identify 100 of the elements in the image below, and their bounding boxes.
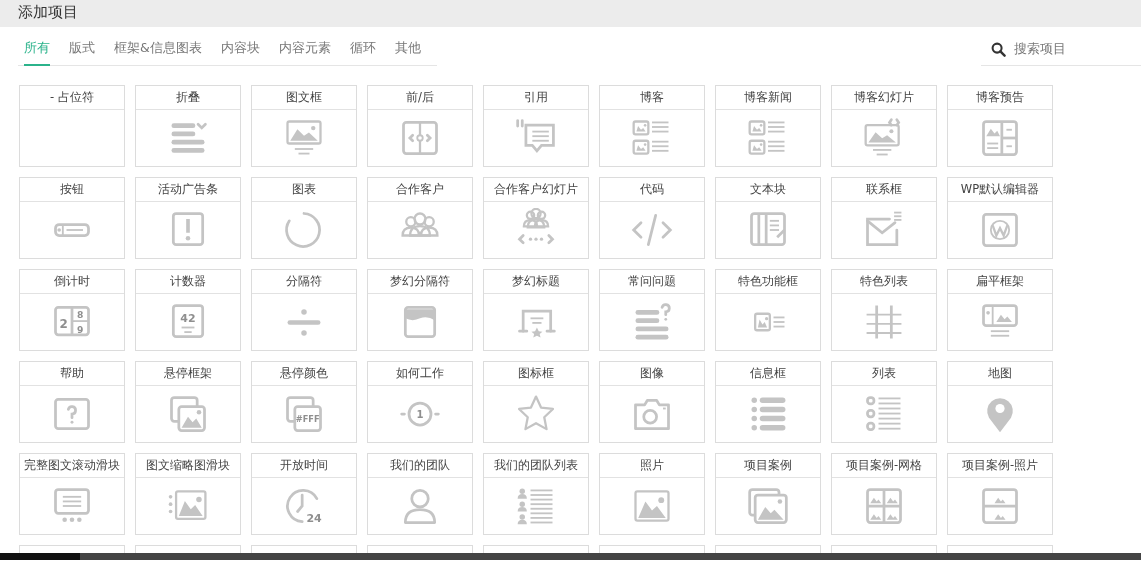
element-card[interactable]: 引用 <box>483 85 589 167</box>
stacked-pictures-icon <box>170 396 206 432</box>
element-card[interactable]: 博客幻灯片 <box>831 85 937 167</box>
element-label: 梦幻分隔符 <box>368 270 472 294</box>
element-label: 地图 <box>948 362 1052 386</box>
framed-picture-icon <box>982 304 1018 337</box>
element-label: 合作客户 <box>368 178 472 202</box>
element-card[interactable]: 地图 <box>947 361 1053 443</box>
element-label: 常问问题 <box>600 270 704 294</box>
picture-grid-icon <box>866 488 902 524</box>
category-tab[interactable]: 循环 <box>349 39 376 66</box>
element-card[interactable]: 分隔符 <box>251 269 357 351</box>
thumbnail-slider-icon <box>168 490 207 520</box>
element-card[interactable]: 照片 <box>599 453 705 535</box>
element-card[interactable]: 信息框 <box>715 361 821 443</box>
element-label: 博客幻灯片 <box>832 86 936 110</box>
element-label: 前/后 <box>368 86 472 110</box>
element-card[interactable]: 按钮 <box>19 177 125 259</box>
category-tab[interactable]: 内容元素 <box>278 39 331 66</box>
element-card[interactable]: 梦幻标题 <box>483 269 589 351</box>
category-tab[interactable]: 版式 <box>69 39 95 66</box>
element-card[interactable]: 博客预告 <box>947 85 1053 167</box>
element-label: 合作客户幻灯片 <box>484 178 588 202</box>
layout-grid-icon <box>982 120 1018 156</box>
element-card[interactable]: 我们的团队 <box>367 453 473 535</box>
stacked-frames-icon <box>286 396 322 432</box>
element-card[interactable]: 合作客户幻灯片 <box>483 177 589 259</box>
element-card[interactable]: 项目案例-网格 <box>831 453 937 535</box>
horizontal-scrollbar[interactable] <box>0 553 1141 560</box>
element-card[interactable]: 扁平框架 <box>947 269 1053 351</box>
element-card[interactable]: 特色功能框 <box>715 269 821 351</box>
text-columns-icon <box>750 212 786 247</box>
element-card[interactable]: 图表 <box>251 177 357 259</box>
element-label: 图像 <box>600 362 704 386</box>
search-icon <box>991 42 1006 57</box>
element-card[interactable]: 项目案例-照片 <box>947 453 1053 535</box>
people-slider-icon <box>517 208 555 245</box>
alert-box-icon <box>171 212 205 247</box>
element-card[interactable]: 悬停框架 <box>135 361 241 443</box>
split-frame-icon <box>402 121 438 155</box>
element-card[interactable]: 图文缩略图滑块 <box>135 453 241 535</box>
element-card[interactable]: 如何工作 1 <box>367 361 473 443</box>
element-card[interactable]: 图文框 <box>251 85 357 167</box>
element-label: 项目案例-网格 <box>832 454 936 478</box>
element-label: 图文框 <box>252 86 356 110</box>
icon-text: 1 <box>416 408 424 420</box>
picture-text-icon <box>754 312 786 332</box>
element-card[interactable]: 开放时间 24 <box>251 453 357 535</box>
element-label: 计数器 <box>136 270 240 294</box>
picture-rows-icon <box>982 488 1018 524</box>
category-tab[interactable]: 内容块 <box>220 39 260 66</box>
element-card[interactable]: 我们的团队列表 <box>483 453 589 535</box>
faq-icon <box>635 303 671 340</box>
element-card[interactable]: 活动广告条 <box>135 177 241 259</box>
element-card[interactable]: 代码 <box>599 177 705 259</box>
element-card[interactable]: 列表 <box>831 361 937 443</box>
element-card[interactable]: 博客 <box>599 85 705 167</box>
element-card[interactable]: 博客新闻 <box>715 85 821 167</box>
list-collapse-icon <box>171 122 207 153</box>
element-label: 博客 <box>600 86 704 110</box>
element-label: 开放时间 <box>252 454 356 478</box>
ribbon-title-icon <box>518 309 556 338</box>
bullet-bars-icon <box>751 397 786 431</box>
element-card[interactable]: 图像 <box>599 361 705 443</box>
element-card[interactable]: 合作客户 <box>367 177 473 259</box>
icon-text: 24 <box>306 511 322 525</box>
element-card[interactable]: 项目案例 <box>715 453 821 535</box>
map-pin-icon <box>987 398 1013 433</box>
element-card[interactable]: WP默认编辑器 <box>947 177 1053 259</box>
element-label: 梦幻标题 <box>484 270 588 294</box>
element-card[interactable]: 图标框 <box>483 361 589 443</box>
element-card[interactable]: 悬停颜色 #FFF <box>251 361 357 443</box>
element-card[interactable]: 梦幻分隔符 <box>367 269 473 351</box>
element-card[interactable]: 前/后 <box>367 85 473 167</box>
element-card[interactable]: 常问问题 <box>599 269 705 351</box>
element-label: 图文缩略图滑块 <box>136 454 240 478</box>
element-label: 特色功能框 <box>716 270 820 294</box>
category-tab[interactable]: 其他 <box>394 39 421 66</box>
element-card[interactable]: 联系框 <box>831 177 937 259</box>
element-card[interactable]: 特色列表 <box>831 269 937 351</box>
element-label: 博客新闻 <box>716 86 820 110</box>
element-card[interactable]: 计数器 42 <box>135 269 241 351</box>
button-shape-icon <box>54 223 90 237</box>
envelope-icon <box>866 211 903 247</box>
element-label: 图表 <box>252 178 356 202</box>
category-tab[interactable]: 框架&信息图表 <box>114 39 202 66</box>
element-label: 分隔符 <box>252 270 356 294</box>
element-label: 列表 <box>832 362 936 386</box>
element-card[interactable]: 完整图文滚动滑块 <box>19 453 125 535</box>
element-card[interactable]: 文本块 <box>715 177 821 259</box>
icon-text: 9 <box>77 324 84 335</box>
icon-text: #FFF <box>295 414 320 425</box>
star-outline-icon <box>517 395 555 431</box>
help-icon <box>54 397 90 431</box>
wave-panel-icon <box>403 305 437 339</box>
element-label: 活动广告条 <box>136 178 240 202</box>
element-card[interactable]: 折叠 <box>135 85 241 167</box>
element-card[interactable]: 帮助 <box>19 361 125 443</box>
element-label: 如何工作 <box>368 362 472 386</box>
element-card[interactable]: - 占位符 <box>19 85 125 167</box>
